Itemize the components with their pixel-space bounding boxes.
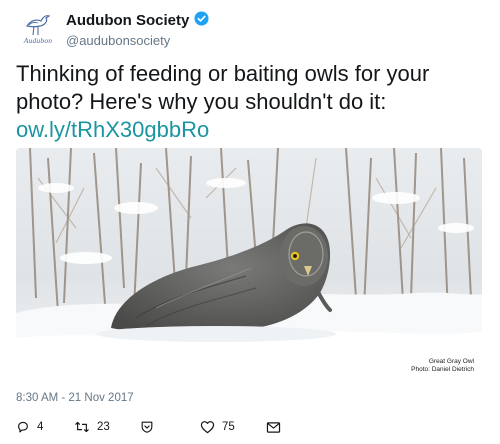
display-name[interactable]: Audubon Society: [66, 11, 209, 30]
retweet-icon: [74, 420, 90, 434]
photo-credit-title: Great Gray Owl: [428, 358, 474, 365]
avatar[interactable]: Audubon: [16, 8, 60, 52]
account-names: Audubon Society @audubonsociety: [66, 11, 209, 48]
save-icon: [140, 420, 154, 434]
retweet-count: 23: [97, 421, 110, 433]
tweet-timestamp[interactable]: 8:30 AM - 21 Nov 2017: [16, 392, 134, 404]
like-count: 75: [222, 421, 235, 433]
retweet-button[interactable]: 23: [74, 420, 140, 434]
tweet-photo[interactable]: Great Gray Owl Photo: Daniel Dietrich: [16, 148, 482, 380]
tweet-link[interactable]: ow.ly/tRhX30gbbRo: [16, 116, 486, 144]
reply-count: 4: [37, 421, 44, 433]
save-button[interactable]: [140, 420, 200, 434]
like-button[interactable]: 75: [200, 420, 266, 434]
message-button[interactable]: [266, 421, 296, 434]
display-name-text: Audubon Society: [66, 12, 190, 29]
reply-icon: [16, 420, 30, 434]
tweet-body: Thinking of feeding or baiting owls for …: [16, 60, 486, 144]
photo-credit-photographer: Photo: Daniel Dietrich: [411, 366, 474, 373]
avatar-wordmark: Audubon: [23, 36, 53, 45]
reply-button[interactable]: 4: [16, 420, 74, 434]
account-handle[interactable]: @audubonsociety: [66, 33, 209, 48]
message-icon: [266, 421, 281, 434]
tweet-text: Thinking of feeding or baiting owls for …: [16, 61, 430, 114]
tweet-header: Audubon Audubon Society @audubonsociety: [16, 8, 486, 50]
audubon-egret-logo-icon: [26, 15, 51, 36]
great-gray-owl-photo: [16, 148, 482, 380]
photo-credit: Great Gray Owl Photo: Daniel Dietrich: [411, 358, 474, 374]
tweet-actions: 4 23 75: [16, 418, 316, 436]
verified-badge-icon: [194, 11, 209, 30]
like-icon: [200, 420, 215, 434]
